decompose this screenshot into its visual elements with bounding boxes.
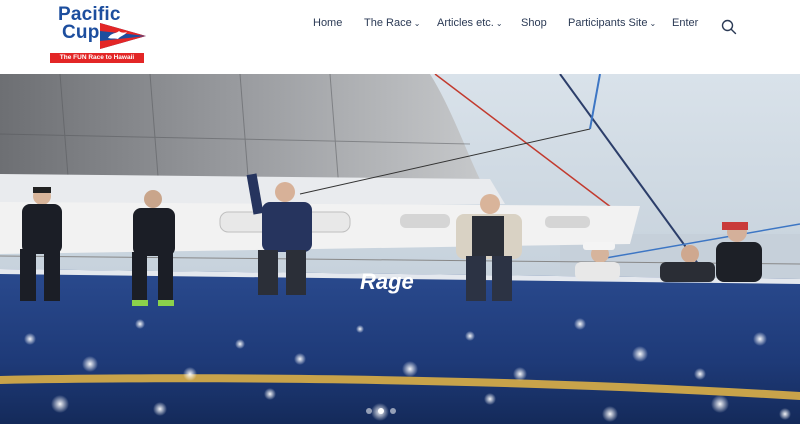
search-icon[interactable] <box>721 19 737 35</box>
slider-dot-2[interactable] <box>378 408 384 414</box>
chevron-down-icon: ⌄ <box>649 19 657 28</box>
nav-item-shop[interactable]: Shop <box>521 17 547 29</box>
nav-item-home[interactable]: Home <box>313 17 342 29</box>
hero-photo: Rage <box>0 74 800 424</box>
burgee-flag-icon <box>100 23 146 49</box>
nav-item-the-race-label: The Race <box>364 17 412 29</box>
nav-item-participants-site[interactable]: Participants Site ⌄ <box>568 17 656 29</box>
logo-tagline: The FUN Race to Hawaii <box>50 53 144 63</box>
slider-dot-1[interactable] <box>366 408 372 414</box>
slider-dot-3[interactable] <box>390 408 396 414</box>
chevron-down-icon: ⌄ <box>413 19 421 28</box>
slider-dots <box>366 408 406 414</box>
nav-item-enter[interactable]: Enter <box>672 17 698 29</box>
nav-item-the-race[interactable]: The Race ⌄ <box>364 17 420 29</box>
boat-name: Rage <box>360 269 414 294</box>
nav-item-articles[interactable]: Articles etc. ⌄ <box>437 17 503 29</box>
nav-item-participants-site-label: Participants Site <box>568 17 648 29</box>
nav-item-home-label: Home <box>313 17 343 29</box>
nav-item-articles-label: Articles etc. <box>437 17 494 29</box>
pacific-cup-logo[interactable]: Pacific Cup The FUN Race to Hawaii <box>50 5 146 64</box>
main-navigation: Home The Race ⌄ Articles etc. ⌄ Shop Parti… <box>300 0 750 50</box>
site-header: Pacific Cup The FUN Race to Hawaii Home … <box>0 0 800 74</box>
chevron-down-icon: ⌄ <box>495 19 503 28</box>
hero-slider: Rage <box>0 74 800 424</box>
nav-item-enter-label: Enter <box>672 17 699 29</box>
nav-item-shop-label: Shop <box>521 17 547 29</box>
